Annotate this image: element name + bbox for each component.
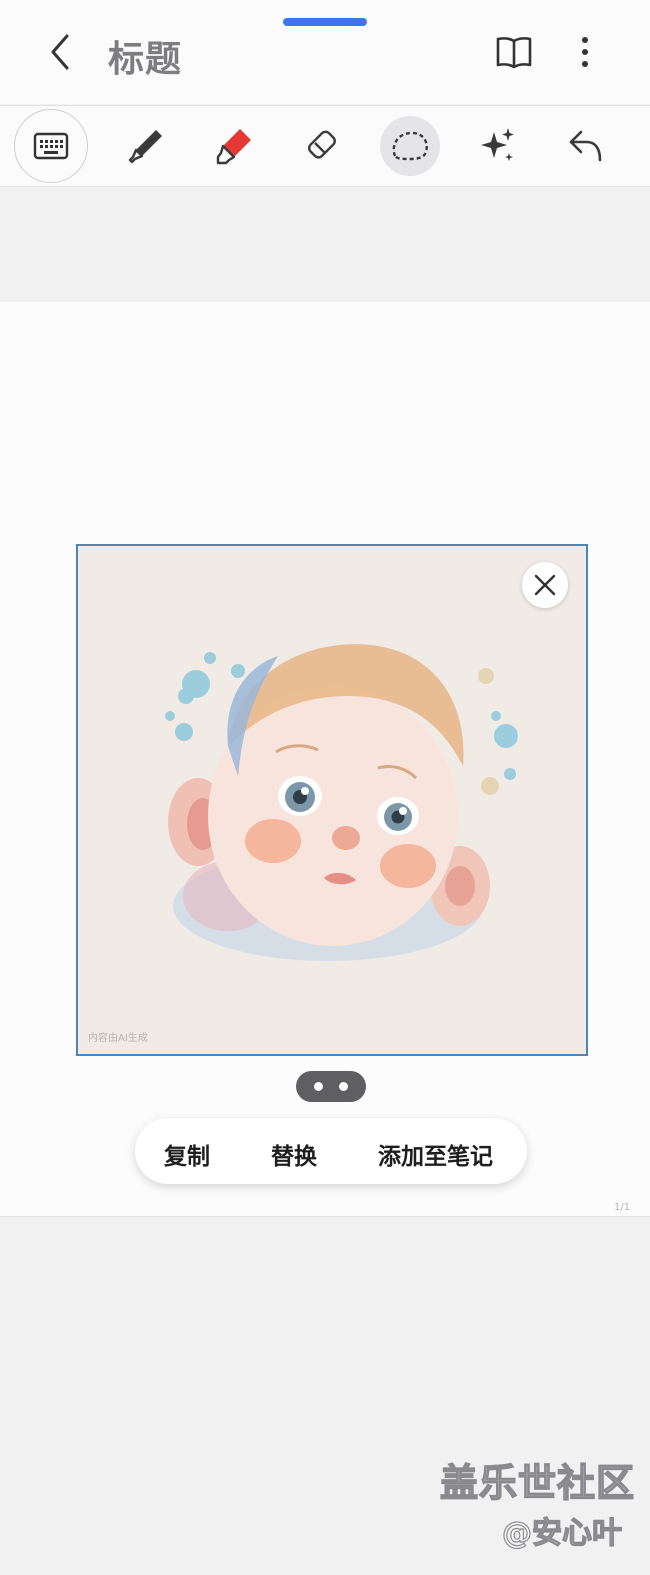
ai-assist-button[interactable] <box>468 116 528 176</box>
eraser-tool-button[interactable] <box>292 116 352 176</box>
handle-dot <box>339 1082 348 1091</box>
more-options-button[interactable] <box>570 32 600 72</box>
close-selection-button[interactable] <box>522 562 568 608</box>
book-icon <box>496 37 532 69</box>
back-button[interactable] <box>38 30 82 74</box>
more-vertical-icon <box>582 37 588 67</box>
page-indicator: 1/1 <box>614 1202 631 1213</box>
drag-handle[interactable] <box>283 18 367 26</box>
lasso-icon <box>392 131 428 161</box>
pen-tool-button[interactable] <box>116 116 176 176</box>
keyboard-icon <box>33 132 69 160</box>
replace-button[interactable]: 替换 <box>271 1137 317 1171</box>
handle-dot <box>314 1082 323 1091</box>
chevron-left-icon <box>51 34 69 70</box>
note-title[interactable]: 标题 <box>108 30 182 82</box>
baby-illustration <box>165 644 518 961</box>
undo-icon <box>569 130 602 162</box>
copy-button[interactable]: 复制 <box>164 1137 210 1171</box>
lasso-tool-button[interactable] <box>380 116 440 176</box>
keyboard-tool-button[interactable] <box>14 109 88 183</box>
selection-drag-handle[interactable] <box>296 1071 366 1102</box>
app-header: 标题 <box>0 0 650 104</box>
drawing-toolbar <box>0 105 650 187</box>
reading-mode-button[interactable] <box>492 32 536 72</box>
undo-button[interactable] <box>556 116 616 176</box>
close-icon <box>534 574 556 596</box>
brand-watermark: 盖乐世社区 <box>439 1460 636 1506</box>
add-to-note-button[interactable]: 添加至笔记 <box>378 1137 493 1171</box>
selection-context-menu: 复制 替换 添加至笔记 <box>135 1118 527 1184</box>
sparkle-icon <box>481 128 514 161</box>
highlighter-icon <box>216 129 251 165</box>
pen-icon <box>128 130 162 164</box>
eraser-icon <box>308 130 336 159</box>
ai-generated-label: 内容由AI生成 <box>88 1033 148 1044</box>
author-watermark: @安心叶 <box>501 1515 622 1551</box>
highlighter-tool-button[interactable] <box>204 116 264 176</box>
selected-image[interactable]: 内容由AI生成 <box>76 544 588 1056</box>
